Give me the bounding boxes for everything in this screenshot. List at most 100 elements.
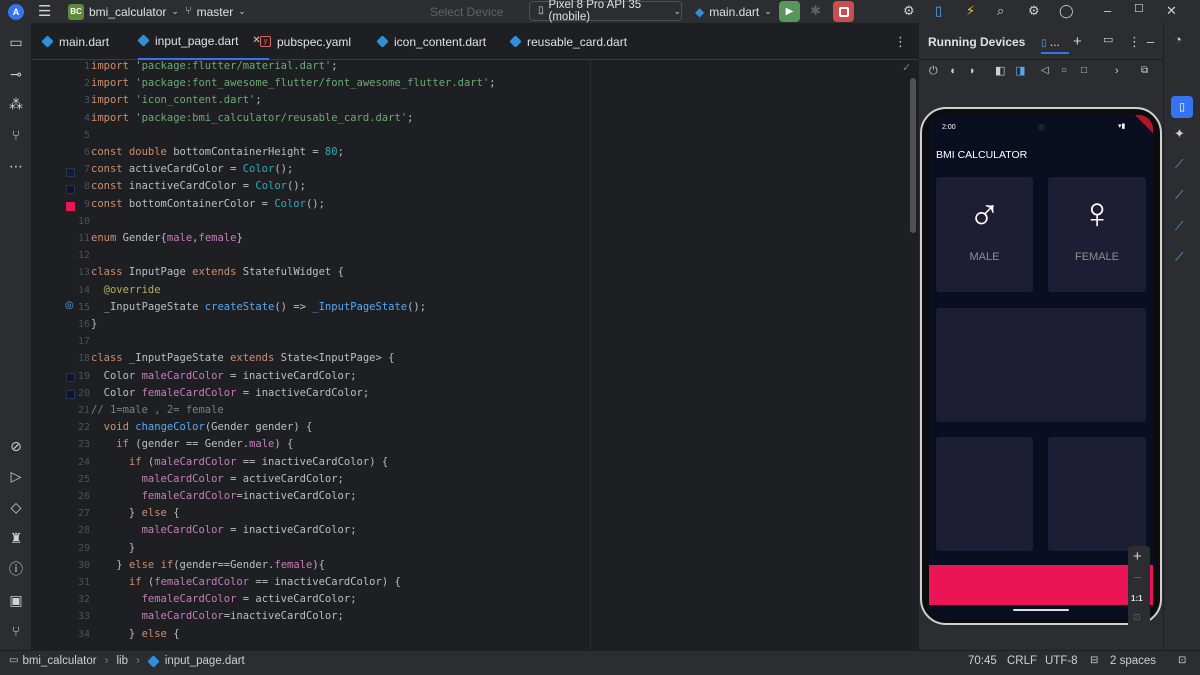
code-editor[interactable]: 1 import 'package:flutter/material.dart';…: [32, 60, 910, 650]
volume-down-icon[interactable]: ◗: [969, 66, 976, 77]
pull-request-icon[interactable]: ⑂: [7, 126, 25, 144]
editor-scrollbar[interactable]: [910, 78, 916, 233]
code-line[interactable]: femaleCardColor=inactiveCardColor;: [91, 490, 357, 502]
no-problems-check-icon[interactable]: ✓: [902, 63, 910, 74]
cursor-position[interactable]: 70:45: [968, 655, 997, 667]
code-line[interactable]: if (femaleCardColor == inactiveCardColor…: [91, 576, 401, 588]
code-line[interactable]: const inactiveCardColor = Color();: [91, 180, 306, 192]
flutter-outline-icon[interactable]: ⟋: [1175, 158, 1183, 170]
code-line[interactable]: class _InputPageState extends State<Inpu…: [91, 352, 394, 364]
code-line[interactable]: @override: [91, 284, 161, 296]
bottom-container[interactable]: [929, 565, 1153, 605]
minimize-icon[interactable]: –: [1104, 4, 1111, 17]
search-icon[interactable]: ⌕: [997, 4, 1004, 17]
maximize-icon[interactable]: ☐: [1134, 4, 1144, 15]
indent-setting[interactable]: 2 spaces: [1110, 655, 1156, 667]
code-line[interactable]: if (gender == Gender.male) {: [91, 438, 293, 450]
settings-gear-icon[interactable]: ⚙: [1028, 4, 1040, 17]
gradle-sync-icon[interactable]: ⚙: [903, 4, 915, 17]
code-line[interactable]: const bottomContainerColor = Color();: [91, 198, 325, 210]
code-line[interactable]: } else if(gender==Gender.female){: [91, 559, 325, 571]
problems-icon[interactable]: ⓘ: [7, 560, 25, 578]
code-line[interactable]: maleCardColor = activeCardColor;: [91, 473, 344, 485]
tab-input-page-dart[interactable]: input_page.dart ✕: [137, 23, 269, 60]
more-tools-icon[interactable]: ⋯: [7, 157, 25, 175]
code-line[interactable]: }: [91, 318, 97, 330]
account-icon[interactable]: ◯: [1059, 4, 1074, 17]
code-line[interactable]: } else {: [91, 507, 180, 519]
tab-pubspec-yaml[interactable]: y pubspec.yaml: [260, 23, 351, 60]
code-line[interactable]: import 'icon_content.dart';: [91, 94, 262, 106]
logcat-icon[interactable]: ♜: [7, 529, 25, 547]
branch-selector[interactable]: ⑂ master ⌄: [185, 0, 246, 23]
readonly-lock-icon[interactable]: ⊡: [1178, 656, 1186, 666]
code-line[interactable]: const double bottomContainerHeight = 80;: [91, 146, 344, 158]
code-line[interactable]: maleCardColor = inactiveCardColor;: [91, 524, 357, 536]
breadcrumb-folder[interactable]: lib: [116, 655, 128, 667]
code-line[interactable]: } else {: [91, 628, 180, 640]
override-gutter-icon[interactable]: ◎: [65, 301, 74, 311]
code-line[interactable]: Color femaleCardColor = inactiveCardColo…: [91, 387, 370, 399]
device-selector[interactable]: ▯ Pixel 8 Pro API 35 (mobile) ⌄: [529, 0, 682, 23]
back-icon[interactable]: ◁: [1041, 66, 1049, 76]
more-options-icon[interactable]: ⋮: [894, 35, 907, 48]
breadcrumb-file[interactable]: input_page.dart: [165, 655, 245, 667]
run-tool-icon[interactable]: ▷: [7, 467, 25, 485]
code-line[interactable]: enum Gender{male,female}: [91, 232, 243, 244]
code-line[interactable]: femaleCardColor = activeCardColor;: [91, 593, 357, 605]
code-line[interactable]: Color maleCardColor = inactiveCardColor;: [91, 370, 357, 382]
flutter-inspector-right-icon[interactable]: ⟋: [1175, 220, 1183, 232]
code-line[interactable]: maleCardColor=inactiveCardColor;: [91, 610, 344, 622]
run-button[interactable]: ▶: [779, 1, 800, 22]
rotate-left-icon[interactable]: ◧: [995, 66, 1005, 77]
power-icon[interactable]: ⏻: [929, 66, 938, 77]
code-line[interactable]: }: [91, 542, 135, 554]
code-line[interactable]: import 'package:bmi_calculator/reusable_…: [91, 112, 413, 124]
run-config-selector[interactable]: ◆ main.dart ⌄: [695, 0, 772, 23]
tab-main-dart[interactable]: main.dart: [41, 23, 109, 60]
terminal-icon[interactable]: ▣: [7, 591, 25, 609]
volume-up-icon[interactable]: ◖: [949, 66, 956, 77]
fit-screen-icon[interactable]: ⊡: [1133, 613, 1141, 622]
file-encoding[interactable]: UTF-8: [1045, 655, 1078, 667]
zoom-in-icon[interactable]: +: [1133, 549, 1142, 564]
resource-manager-icon[interactable]: ⁂: [7, 95, 25, 113]
line-ending[interactable]: CRLF: [1007, 655, 1037, 667]
version-control-icon[interactable]: ⑂: [7, 622, 25, 640]
hot-reload-icon[interactable]: ⚡: [966, 4, 975, 17]
panel-options-icon[interactable]: ⋮: [1128, 35, 1141, 48]
code-line[interactable]: import 'package:flutter/material.dart';: [91, 60, 338, 72]
debug-icon[interactable]: ✱: [810, 4, 821, 17]
male-card[interactable]: ♂ MALE: [936, 177, 1033, 292]
stop-button[interactable]: [833, 1, 854, 22]
code-line[interactable]: void changeColor(Gender gender) {: [91, 421, 313, 433]
project-folder-icon[interactable]: ▭: [7, 33, 25, 51]
running-devices-icon[interactable]: ▯: [1171, 96, 1193, 118]
flutter-performance-icon[interactable]: ⟋: [1175, 189, 1183, 201]
window-layout-icon[interactable]: ▭: [1103, 35, 1113, 46]
gemini-icon[interactable]: ✦: [1174, 127, 1185, 140]
code-line[interactable]: const activeCardColor = Color();: [91, 163, 293, 175]
home-gesture-bar[interactable]: [1013, 609, 1069, 611]
more-controls-icon[interactable]: ›: [1115, 66, 1119, 77]
main-menu-icon[interactable]: ☰: [38, 4, 51, 19]
device-tab[interactable]: ▯ ...: [1041, 35, 1060, 49]
breadcrumb-project[interactable]: bmi_calculator: [22, 655, 96, 667]
add-device-icon[interactable]: +: [1073, 34, 1082, 49]
hide-panel-icon[interactable]: –: [1147, 35, 1154, 48]
rotate-right-icon[interactable]: ◨: [1015, 66, 1025, 77]
services-icon[interactable]: ◇: [7, 498, 25, 516]
tab-icon-content-dart[interactable]: icon_content.dart: [376, 23, 486, 60]
code-line[interactable]: import 'package:font_awesome_flutter/fon…: [91, 77, 496, 89]
code-line[interactable]: class InputPage extends StatefulWidget {: [91, 266, 344, 278]
flutter-devtools-icon[interactable]: ⟋: [1175, 251, 1183, 263]
commit-icon[interactable]: ⊸: [7, 65, 25, 83]
notifications-bell-icon[interactable]: ◔: [1174, 33, 1182, 46]
screenshot-icon[interactable]: ⧉: [1141, 66, 1148, 76]
home-icon[interactable]: ○: [1061, 66, 1067, 76]
code-line[interactable]: // 1=male , 2= female: [91, 404, 224, 416]
device-manager-icon[interactable]: ▯: [935, 4, 942, 17]
code-line[interactable]: _InputPageState createState() => _InputP…: [91, 301, 426, 313]
flutter-inspector-icon[interactable]: ⊘: [7, 437, 25, 455]
zoom-reset-button[interactable]: 1:1: [1131, 594, 1143, 603]
